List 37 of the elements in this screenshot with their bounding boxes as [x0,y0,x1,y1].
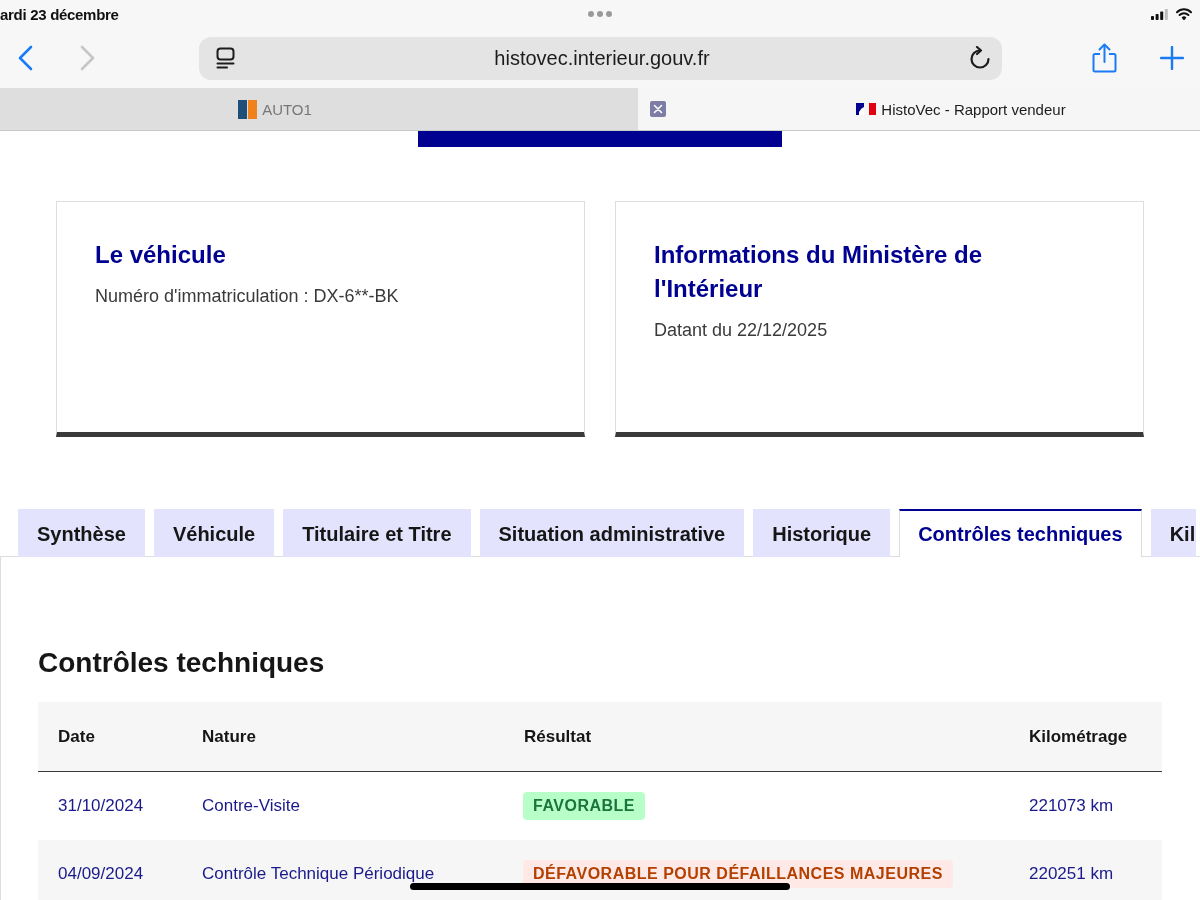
column-header: Date [58,726,95,747]
browser-tab[interactable]: HistoVec - Rapport vendeur [638,88,1200,130]
tab[interactable]: Kil [1150,509,1197,557]
table-cell: 220251 km [1029,864,1114,884]
share-icon[interactable] [1092,43,1117,73]
column-header: Résultat [524,726,592,747]
section-title: Contrôles techniques [38,646,326,680]
wifi-icon [1176,8,1192,20]
flag-favicon-icon [856,103,877,115]
tab[interactable]: Situation administrative [479,509,745,557]
tab[interactable]: Synthèse [18,509,145,557]
reader-icon[interactable] [216,47,235,69]
column-header: Kilométrage [1029,726,1128,747]
card-text: Numéro d'immatriculation : DX-6**-BK [95,285,400,308]
table-cell: Contrôle Technique Périodique [202,864,435,884]
tab[interactable]: Titulaire et Titre [283,509,471,557]
card-title: Informations du Ministère de l'Intérieur [654,240,984,304]
tab[interactable]: Contrôles techniques [899,509,1142,557]
close-icon[interactable] [650,101,666,117]
table-cell: Contre-Visite [202,796,300,816]
card-title: Le véhicule [95,240,227,270]
column-header: Nature [202,726,256,747]
tab[interactable]: Historique [753,509,891,557]
table-cell: 221073 km [1029,796,1114,816]
address-bar[interactable]: histovec.interieur.gouv.fr [199,36,1002,80]
card-text: Datant du 22/12/2025 [654,319,829,342]
table-cell: 31/10/2024 [58,796,144,816]
plus-icon[interactable] [1160,46,1184,70]
result-badge: FAVORABLE [523,792,645,820]
signal-icon [1151,8,1168,20]
more-dots-icon[interactable] [588,11,612,17]
status-date: ardi 23 décembre [0,5,119,23]
table-cell: 04/09/2024 [58,864,144,884]
reload-icon[interactable] [969,46,991,70]
favicon-icon [238,99,258,119]
tab[interactable]: Véhicule [153,509,275,557]
chevron-left-icon[interactable] [17,45,33,71]
